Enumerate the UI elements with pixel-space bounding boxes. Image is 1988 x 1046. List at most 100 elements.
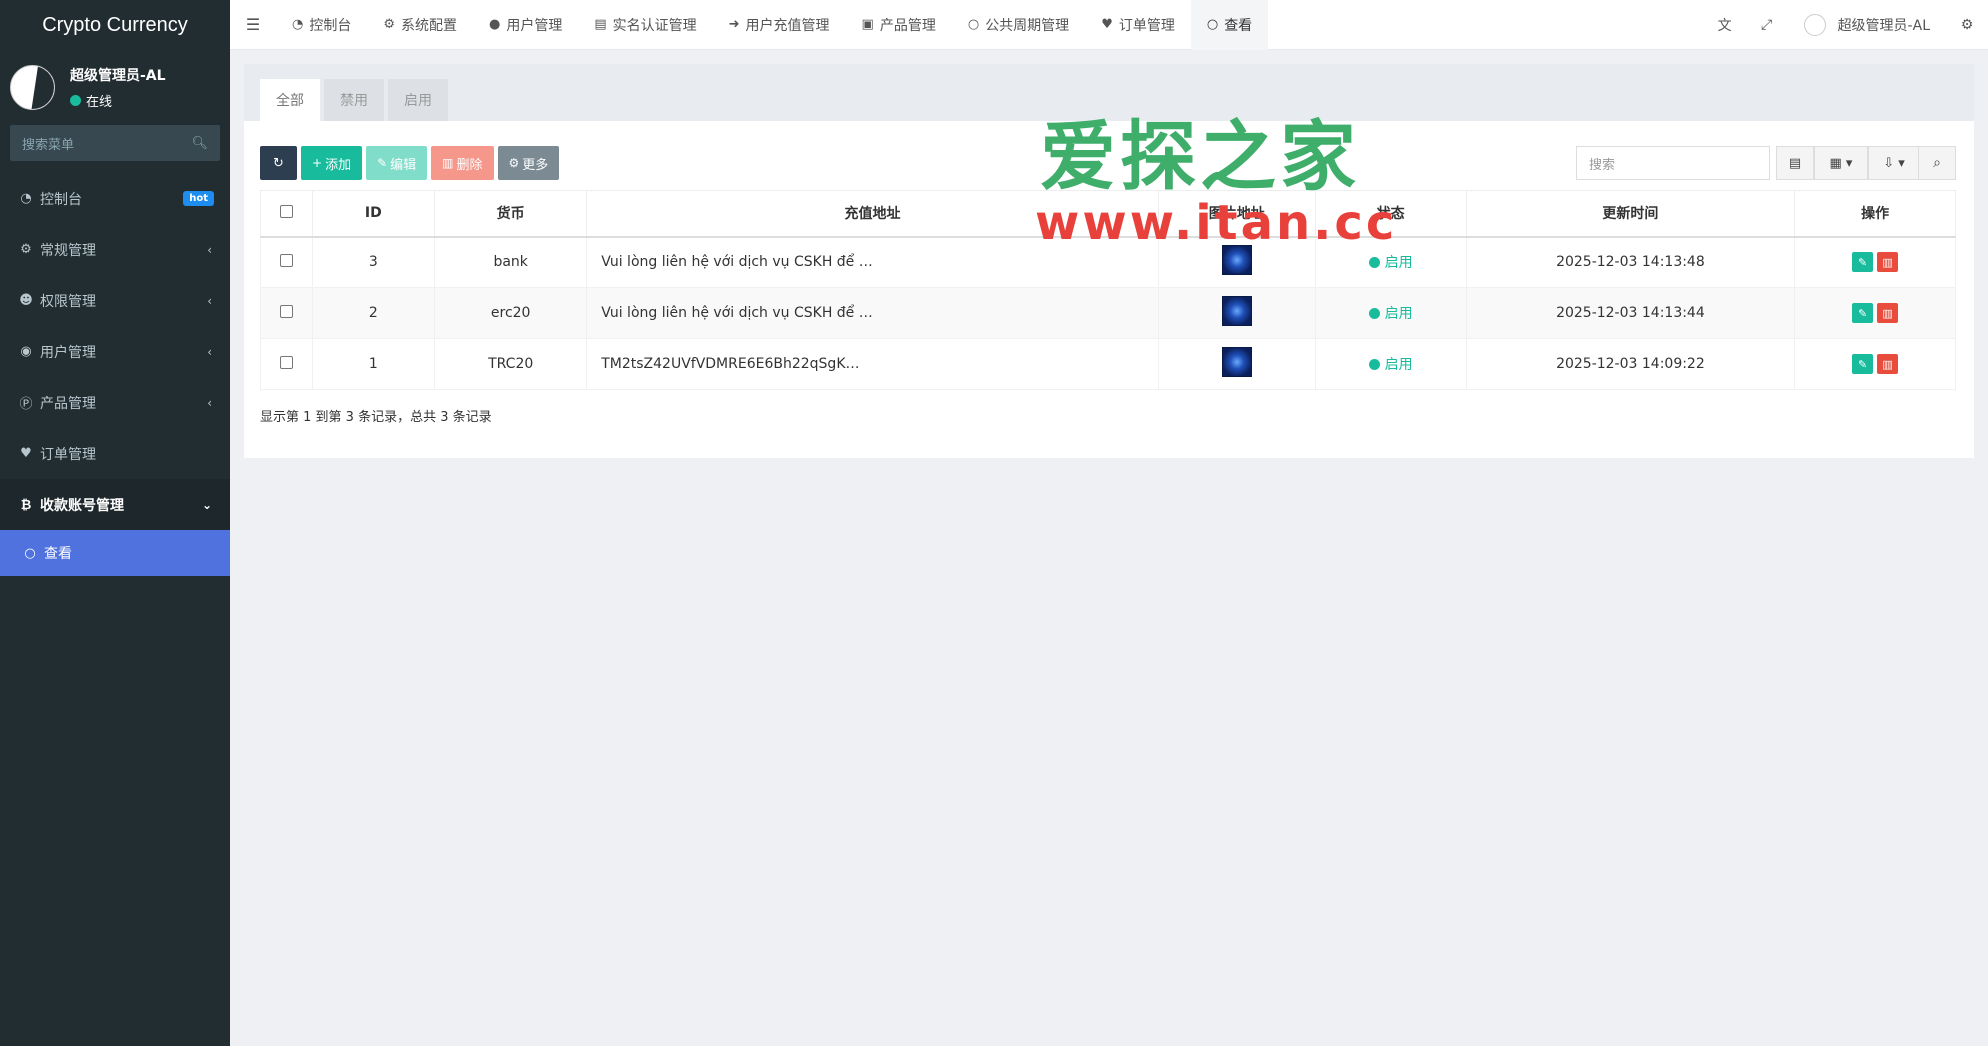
export-button[interactable]: ⇩ ▾: [1868, 146, 1920, 180]
select-all-cell[interactable]: [260, 190, 313, 238]
sidebar-item-users[interactable]: ◉ 用户管理 ‹: [0, 326, 230, 377]
app-logo[interactable]: Crypto Currency: [0, 0, 230, 50]
image-thumbnail[interactable]: [1221, 296, 1252, 326]
delete-button[interactable]: ▥ 删除: [431, 146, 494, 180]
cell-id: 1: [311, 338, 436, 390]
tab-recharge[interactable]: ➜ 用户充值管理: [713, 0, 846, 50]
column-header-image[interactable]: 图片地址: [1157, 190, 1316, 238]
tab-label: 控制台: [309, 17, 352, 34]
status-badge[interactable]: 启用: [1368, 303, 1413, 323]
column-header-id[interactable]: ID: [311, 190, 436, 238]
row-edit-button[interactable]: ✎: [1852, 252, 1874, 273]
advanced-search-button[interactable]: ⌕: [1918, 146, 1956, 180]
column-header-address[interactable]: 充值地址: [586, 190, 1159, 238]
menu-toggle-icon[interactable]: ☰: [230, 0, 276, 50]
navbar-user-name: 超级管理员-AL: [1837, 18, 1930, 34]
column-header-status[interactable]: 状态: [1314, 190, 1467, 238]
tab-view[interactable]: ○ 查看: [1190, 0, 1269, 50]
tab-label: 系统配置: [401, 17, 457, 34]
tab-system-config[interactable]: ⚙ 系统配置: [367, 0, 473, 50]
user-circle-icon: ◉: [20, 344, 32, 359]
status-badge[interactable]: 启用: [1368, 252, 1413, 272]
row-checkbox[interactable]: [279, 304, 293, 318]
cell-id: 2: [311, 287, 436, 339]
table-search-input[interactable]: 搜索: [1576, 146, 1770, 180]
sidebar-item-permissions[interactable]: ☻ 权限管理 ‹: [0, 275, 230, 326]
user-status: 在线: [70, 91, 166, 110]
add-button[interactable]: + 添加: [301, 146, 363, 180]
tab-label: 查看: [1224, 17, 1253, 34]
row-delete-button[interactable]: ▥: [1877, 354, 1899, 374]
user-status-label: 在线: [86, 95, 113, 110]
status-dot-icon: [1368, 307, 1380, 319]
columns-button[interactable]: ▦ ▾: [1814, 146, 1868, 180]
more-button[interactable]: ⚙ 更多: [497, 146, 560, 180]
edit-label: 编辑: [390, 157, 417, 173]
navbar-user[interactable]: 超级管理员-AL: [1788, 14, 1946, 36]
select-all-checkbox[interactable]: [279, 204, 293, 218]
column-header-currency[interactable]: 货币: [434, 190, 588, 238]
cell-address: Vui lòng liên hệ với dịch vụ CSKH để …: [586, 236, 1159, 288]
row-edit-button[interactable]: ✎: [1852, 354, 1874, 374]
pagination-info: 显示第 1 到第 3 条记录，总共 3 条记录: [260, 410, 492, 425]
table-icon: ▤: [1788, 155, 1802, 171]
sidebar-item-orders[interactable]: ♥ 订单管理: [0, 428, 230, 479]
add-label: 添加: [325, 157, 352, 173]
tab-orders[interactable]: ♥ 订单管理: [1085, 0, 1191, 50]
toolbar: ↻ + 添加 ✎ 编辑 ▥ 删除 ⚙ 更多: [260, 146, 563, 180]
row-delete-button[interactable]: ▥: [1877, 252, 1899, 273]
dashboard-icon: ◔: [292, 17, 304, 32]
cell-address: Vui lòng liên hệ với dịch vụ CSKH để …: [586, 287, 1159, 339]
group-icon: ☻: [19, 293, 33, 308]
search-icon[interactable]: 🔍︎: [191, 136, 208, 151]
settings-icon[interactable]: ⚙: [1946, 0, 1988, 50]
bitcoin-icon: ₿: [20, 497, 32, 513]
row-edit-button[interactable]: ✎: [1852, 303, 1874, 323]
table-row[interactable]: 3 bank Vui lòng liên hệ với dịch vụ CSKH…: [260, 236, 1956, 288]
cell-currency: TRC20: [434, 338, 588, 390]
user-panel: 超级管理员-AL 在线: [0, 50, 230, 125]
row-checkbox[interactable]: [279, 253, 293, 267]
top-navbar: ☰ ◔ 控制台 ⚙ 系统配置 ● 用户管理 ▤ 实名认证管理 ➜ 用户充值管理 ▣ 产品管理…: [230, 0, 1988, 50]
status-badge[interactable]: 启用: [1368, 354, 1413, 374]
tab-users[interactable]: ● 用户管理: [473, 0, 578, 50]
language-icon[interactable]: 文: [1704, 0, 1746, 50]
table-row[interactable]: 1 TRC20 TM2tsZ42UVfVDMRE6E6Bh22qSgK… 启用 …: [260, 338, 1956, 390]
sidebar-item-view[interactable]: ○ 查看: [0, 530, 230, 576]
toggle-view-button[interactable]: ▤: [1776, 146, 1814, 180]
table-tools: ▤ ▦ ▾ ⇩ ▾: [1776, 146, 1920, 180]
chevron-left-icon: ‹: [207, 293, 212, 308]
sidebar-item-label: 用户管理: [40, 344, 96, 361]
tab-dashboard[interactable]: ◔ 控制台: [276, 0, 367, 50]
refresh-button[interactable]: ↻: [260, 146, 297, 180]
tab-all[interactable]: 全部: [260, 79, 320, 121]
menu-search-input[interactable]: 搜索菜单 🔍︎: [10, 125, 220, 161]
sidebar-item-payment-accounts[interactable]: ₿ 收款账号管理 ⌄: [0, 479, 230, 530]
status-dot-icon: [1368, 256, 1380, 268]
sign-in-icon: ➜: [728, 17, 740, 32]
tab-disabled[interactable]: 禁用: [324, 79, 384, 121]
row-delete-button[interactable]: ▥: [1877, 303, 1899, 323]
row-checkbox[interactable]: [279, 355, 293, 369]
image-thumbnail[interactable]: [1221, 245, 1252, 276]
sidebar-item-label: 订单管理: [40, 446, 96, 463]
status-label: 启用: [1384, 357, 1413, 373]
tab-enabled[interactable]: 启用: [388, 79, 448, 121]
sidebar-item-general[interactable]: ⚙ 常规管理 ‹: [0, 224, 230, 275]
tab-label: 订单管理: [1118, 17, 1175, 34]
image-thumbnail[interactable]: [1221, 347, 1252, 377]
fullscreen-icon[interactable]: ⤢: [1746, 0, 1788, 50]
table-row[interactable]: 2 erc20 Vui lòng liên hệ với dịch vụ CSK…: [260, 287, 1956, 339]
sidebar-item-products[interactable]: Ⓟ 产品管理 ‹: [0, 377, 230, 428]
edit-button[interactable]: ✎ 编辑: [366, 146, 428, 180]
cell-updated: 2025-12-03 14:13:48: [1465, 236, 1796, 288]
pencil-icon: ✎: [377, 156, 388, 170]
tab-kyc[interactable]: ▤ 实名认证管理: [578, 0, 712, 50]
chevron-left-icon: ‹: [207, 395, 212, 410]
filter-tabs: 全部 禁用 启用: [244, 64, 1974, 121]
column-header-updated[interactable]: 更新时间: [1465, 190, 1796, 238]
tab-products[interactable]: ▣ 产品管理: [846, 0, 952, 50]
sidebar-item-dashboard[interactable]: ◔ 控制台 hot: [0, 173, 230, 224]
heartbeat-icon: ♥: [20, 446, 32, 461]
tab-cycles[interactable]: ○ 公共周期管理: [952, 0, 1085, 50]
